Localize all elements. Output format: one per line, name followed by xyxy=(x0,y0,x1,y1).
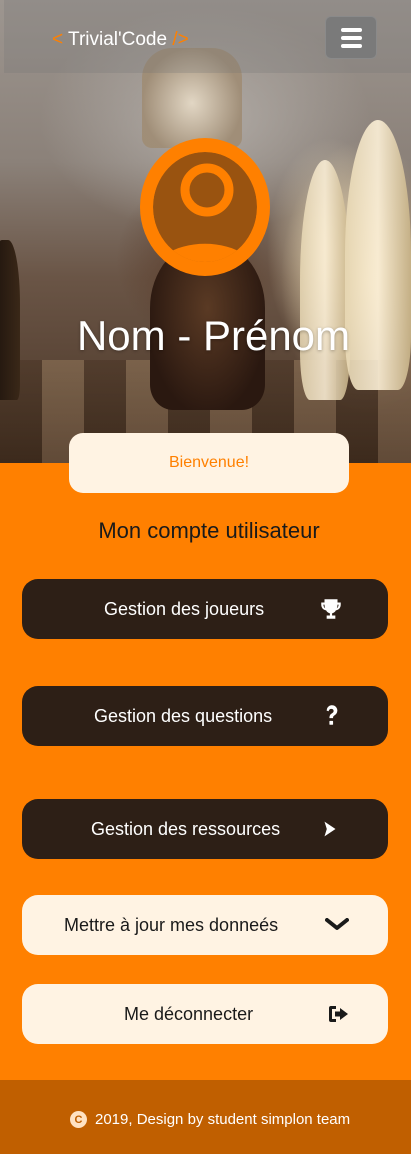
welcome-message: Bienvenue! xyxy=(69,433,349,493)
avatar-silhouette xyxy=(153,152,257,262)
manage-questions-button[interactable]: Gestion des questions xyxy=(22,686,388,746)
user-name: Nom - Prénom xyxy=(76,312,351,359)
chevron-right-icon xyxy=(315,814,345,844)
copyright-icon: C xyxy=(70,1111,87,1128)
manage-players-label: Gestion des joueurs xyxy=(104,599,265,619)
question-icon xyxy=(317,701,347,731)
brand-open-bracket: < xyxy=(52,29,64,50)
welcome-text: Bienvenue! xyxy=(168,454,250,471)
footer-copyright: C 2019, Design by student simplon team xyxy=(70,1111,350,1128)
hamburger-icon xyxy=(341,36,362,40)
chevron-down-icon xyxy=(322,910,352,940)
logout-button[interactable]: Me déconnecter xyxy=(22,984,388,1044)
light-pawn xyxy=(300,160,350,400)
section-title: Mon compte utilisateur xyxy=(98,518,320,543)
logout-label: Me déconnecter xyxy=(124,1004,254,1024)
manage-resources-label: Gestion des ressources xyxy=(91,819,281,839)
navbar: < Trivial'Code /> xyxy=(4,0,411,73)
manage-resources-button[interactable]: Gestion des ressources xyxy=(22,799,388,859)
update-data-label: Mettre à jour mes donneés xyxy=(64,915,279,935)
brand-name: Trivial'Code xyxy=(68,29,168,50)
trophy-icon xyxy=(316,594,346,624)
brand-logo[interactable]: < Trivial'Code /> xyxy=(52,29,189,51)
manage-players-button[interactable]: Gestion des joueurs xyxy=(22,579,388,639)
hamburger-icon xyxy=(341,44,362,48)
user-circle-icon xyxy=(140,138,270,276)
footer-text: 2019, Design by student simplon team xyxy=(95,1111,351,1128)
manage-questions-label: Gestion des questions xyxy=(94,706,273,726)
brand-close-bracket: /> xyxy=(172,29,189,50)
sign-out-icon xyxy=(324,999,354,1029)
update-data-button[interactable]: Mettre à jour mes donneés xyxy=(22,895,388,955)
hamburger-icon xyxy=(341,28,362,32)
menu-toggle-button[interactable] xyxy=(325,16,377,59)
